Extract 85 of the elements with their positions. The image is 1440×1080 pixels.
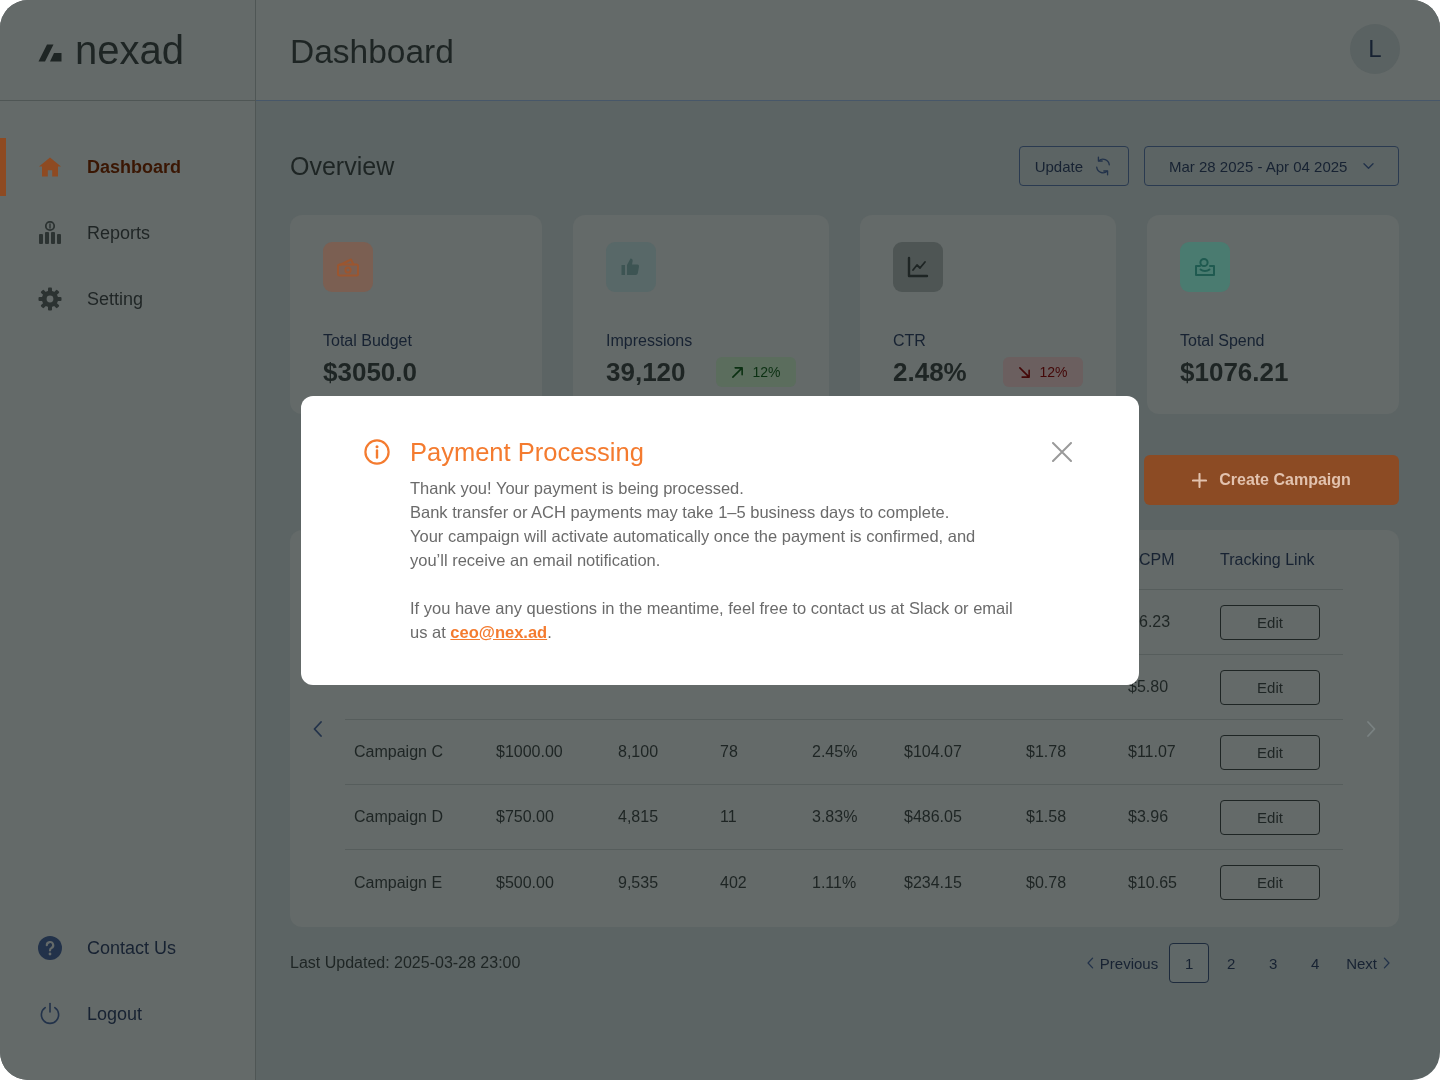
edit-button[interactable]: Edit: [1220, 604, 1320, 640]
date-range-dropdown[interactable]: Mar 28 2025 - Apr 04 2025: [1144, 146, 1399, 186]
home-icon: [38, 155, 62, 179]
plus-icon: [1192, 472, 1208, 488]
chevron-left-icon[interactable]: [312, 720, 323, 737]
table-cell-text: Campaign C: [354, 743, 444, 761]
table-cell-text: 9,535: [618, 873, 660, 892]
dialog-title: Payment Processing: [410, 436, 645, 467]
page-title: Dashboard: [290, 33, 454, 71]
arrow-up-right-icon: [731, 365, 745, 379]
dialog-message: If you have any questions in the meantime, feel free to contact us at Slack or email us at ceo@nex.ad.: [410, 597, 1014, 643]
page-button[interactable]: 1: [1169, 943, 1210, 983]
line-chart-icon: [893, 242, 943, 292]
edit-button[interactable]: Edit: [1220, 734, 1320, 770]
update-button[interactable]: Update: [1018, 146, 1129, 186]
stat-value: $3050.0: [323, 357, 418, 387]
chevron-right-icon: [1383, 957, 1390, 969]
table-cell-text: $750.00: [496, 808, 555, 826]
table-cell-text: 78: [720, 743, 739, 761]
chevron-left-icon: [1086, 957, 1094, 969]
sidebar-item[interactable]: Setting: [0, 270, 255, 328]
table-cell-text: $0.78: [1026, 873, 1068, 892]
gear-icon: [38, 287, 62, 311]
stat-label: Total Budget: [323, 331, 412, 351]
dialog-message: Thank you! Your payment is being processed. Bank transfer or ACH payments may take 1–5 business days to complete. Your campaign will activate automatically once the payment is confirmed, and you’ll receive an email notification.: [410, 477, 977, 571]
stat-label: Impressions: [606, 331, 693, 351]
coin-chart-icon: [38, 221, 62, 245]
table-cell-text: 3.83%: [812, 808, 859, 826]
section-title: Overview: [290, 151, 395, 181]
avatar[interactable]: L: [1350, 24, 1400, 74]
table-cell-text: 402: [720, 873, 748, 892]
table-cell-text: $11.07: [1128, 743, 1177, 761]
table-cell-text: Campaign D: [354, 808, 444, 826]
edit-button[interactable]: Edit: [1220, 799, 1320, 835]
help-icon: [38, 936, 62, 960]
table-cell-text: $500.00: [496, 873, 555, 892]
email-link[interactable]: ceo@nex.ad: [450, 622, 548, 641]
stat-value: 2.48%: [893, 357, 968, 387]
logo-icon: [38, 42, 62, 62]
chevron-down-icon: [1363, 163, 1374, 169]
table-cell-text: $234.15: [904, 873, 963, 892]
edit-button[interactable]: Edit: [1220, 669, 1320, 705]
logo-text: nexad: [75, 27, 184, 73]
column-header: CPM: [1138, 550, 1176, 569]
stat-value: $1076.21: [1180, 357, 1290, 387]
stat-label: CTR: [893, 331, 926, 351]
table-cell-text: Campaign E: [354, 873, 444, 892]
table-cell-text: 2.45%: [812, 743, 859, 761]
table-cell-text: 8,100: [618, 743, 660, 761]
table-cell-text: 4,815: [618, 808, 660, 826]
sidebar-item[interactable]: Reports: [0, 204, 255, 262]
stat-label: Total Spend: [1180, 331, 1265, 351]
previous-page-link[interactable]: Previous: [1077, 943, 1168, 983]
close-icon[interactable]: [1052, 441, 1072, 462]
refresh-icon: [1093, 156, 1113, 176]
page-button[interactable]: 2: [1211, 943, 1252, 983]
column-header: Tracking Link: [1220, 550, 1316, 569]
table-cell-text: $10.65: [1128, 873, 1178, 892]
trend-percent: 12%: [1039, 364, 1068, 380]
coin-tray-icon: [1180, 242, 1230, 292]
cash-icon: [323, 242, 373, 292]
table-cell-text: $1.78: [1026, 743, 1068, 761]
last-updated-text: Last Updated: 2025-03-28 23:00: [290, 954, 521, 972]
table-cell-text: 11: [720, 808, 738, 826]
sidebar-link[interactable]: Logout: [0, 985, 255, 1043]
table-cell-text: $3.96: [1128, 808, 1170, 826]
table-cell-text: $104.07: [904, 743, 963, 761]
table-cell-text: $486.05: [904, 808, 963, 826]
page-button[interactable]: 4: [1295, 943, 1336, 983]
stat-value: 39,120: [606, 357, 687, 387]
arrow-down-right-icon: [1018, 365, 1032, 379]
table-cell-text: 1.11%: [812, 873, 858, 892]
next-page-link[interactable]: Next: [1337, 943, 1399, 983]
sidebar-link[interactable]: Contact Us: [0, 919, 255, 977]
table-cell-text: 6.23: [1138, 613, 1172, 631]
create-campaign-button[interactable]: Create Campaign: [1144, 455, 1399, 505]
edit-button[interactable]: Edit: [1220, 865, 1320, 900]
sidebar-item[interactable]: Dashboard: [0, 138, 255, 196]
page-button[interactable]: 3: [1253, 943, 1294, 983]
table-cell-text: $1.58: [1026, 808, 1068, 826]
table-cell-text: $1000.00: [496, 743, 564, 761]
power-icon: [38, 1002, 62, 1026]
thumbs-up-icon: [606, 242, 656, 292]
info-icon: [364, 438, 390, 465]
trend-percent: 12%: [752, 364, 781, 380]
